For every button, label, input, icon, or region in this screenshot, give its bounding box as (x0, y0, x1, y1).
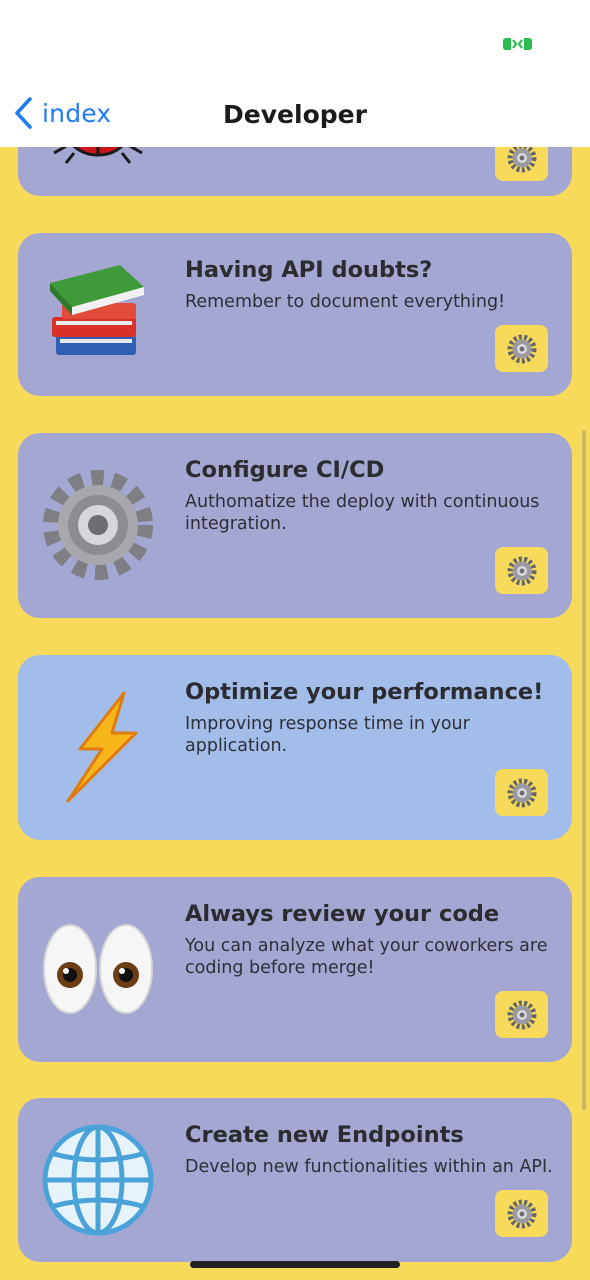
gear-icon (43, 470, 153, 580)
gear-icon (507, 147, 536, 172)
card-endpoints[interactable]: Create new Endpoints Develop new functio… (18, 1098, 572, 1262)
settings-button[interactable] (495, 147, 548, 181)
card-description: Improving response time in your applicat… (185, 714, 470, 756)
card-title: Optimize your performance! (185, 679, 544, 705)
card-title: Configure CI/CD (185, 457, 385, 483)
card-description: Authomatize the deploy with continuous i… (185, 492, 540, 534)
books-icon (50, 265, 144, 355)
settings-button[interactable] (495, 547, 548, 594)
page-title: Developer (223, 100, 367, 129)
gear-icon (507, 334, 536, 363)
card-ci-cd[interactable]: Configure CI/CD Authomatize the deploy w… (18, 433, 572, 618)
battery-icon (503, 38, 532, 50)
card-list[interactable]: Having API doubts? Remember to document … (0, 147, 590, 1280)
card-api-docs[interactable]: Having API doubts? Remember to document … (18, 233, 572, 396)
gear-icon (507, 778, 536, 807)
card-code-review[interactable]: Always review your code You can analyze … (18, 877, 572, 1062)
card-description: Remember to document everything! (185, 292, 506, 312)
settings-button[interactable] (495, 769, 548, 816)
lightning-icon (66, 691, 138, 803)
card-description: You can analyze what your coworkers are … (185, 936, 548, 978)
home-indicator[interactable] (190, 1261, 400, 1268)
card-title: Always review your code (185, 901, 500, 927)
card-title: Having API doubts? (185, 257, 433, 283)
settings-button[interactable] (495, 1190, 548, 1237)
card-title: Create new Endpoints (185, 1122, 464, 1148)
settings-button[interactable] (495, 991, 548, 1038)
navigation-bar: index Developer (0, 80, 590, 147)
settings-button[interactable] (495, 325, 548, 372)
card-bug[interactable] (18, 147, 572, 196)
gear-icon (507, 1000, 536, 1029)
scrollbar[interactable] (582, 430, 586, 1110)
gear-icon (507, 556, 536, 585)
gear-icon (507, 1199, 536, 1228)
globe-icon (42, 1124, 154, 1236)
ladybug-icon (53, 147, 143, 164)
card-description: Develop new functionalities within an AP… (185, 1157, 553, 1177)
eyes-icon (43, 924, 153, 1014)
card-performance[interactable]: Optimize your performance! Improving res… (18, 655, 572, 840)
status-bar (0, 0, 590, 80)
